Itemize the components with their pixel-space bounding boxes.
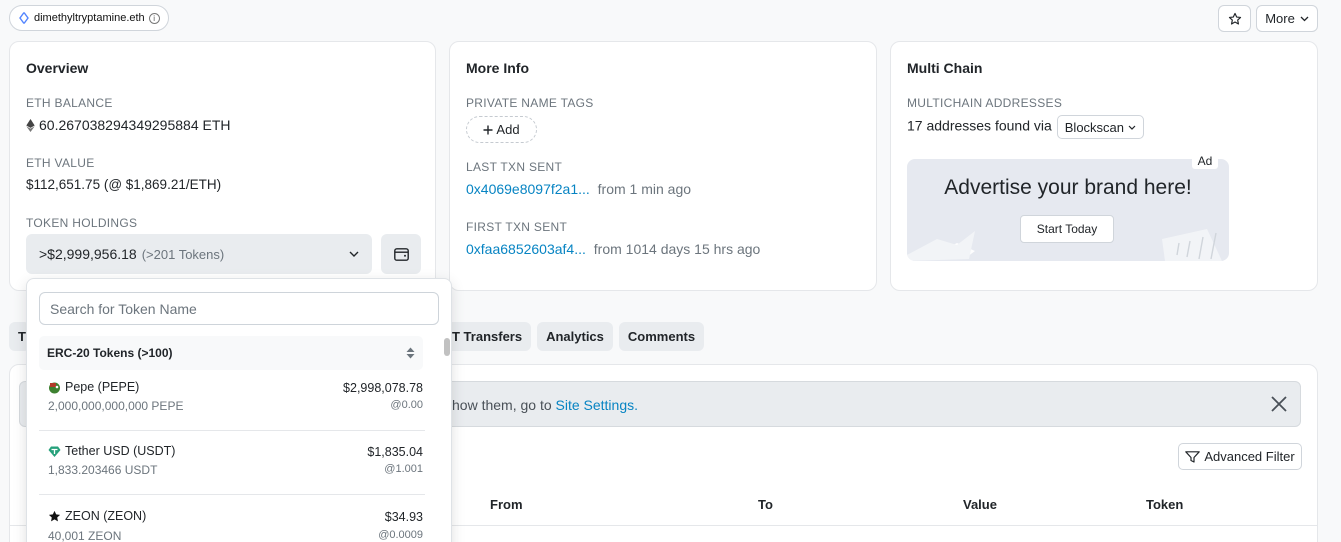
token-item-pepe[interactable]: Pepe (PEPE) 2,000,000,000,000 PEPE $2,99… bbox=[39, 372, 425, 436]
first-txn-time: from 1014 days 15 hrs ago bbox=[593, 241, 761, 257]
token-count: (>201 Tokens) bbox=[141, 246, 225, 262]
token-name: Pepe (PEPE) bbox=[65, 380, 140, 394]
start-today-button[interactable]: Start Today bbox=[1020, 215, 1114, 243]
sort-icon bbox=[406, 347, 415, 359]
token-name: ZEON (ZEON) bbox=[65, 509, 147, 523]
advanced-filter-button[interactable]: Advanced Filter bbox=[1178, 443, 1302, 470]
token-name: Tether USD (USDT) bbox=[65, 444, 176, 458]
tether-icon bbox=[48, 446, 61, 457]
token-divider bbox=[39, 430, 425, 431]
add-label: Add bbox=[496, 122, 520, 137]
last-txn: 0x4069e8097f2a1... from 1 min ago bbox=[466, 181, 691, 197]
more-info-title: More Info bbox=[466, 60, 529, 76]
private-tags-label: PRIVATE NAME TAGS bbox=[466, 96, 594, 110]
filter-icon bbox=[1185, 450, 1201, 463]
last-txn-label: LAST TXN SENT bbox=[466, 160, 563, 174]
close-icon bbox=[1271, 396, 1287, 412]
ad-badge: Ad bbox=[1192, 152, 1218, 169]
star-outline-icon bbox=[1228, 12, 1241, 25]
ens-name-badge[interactable]: dimethyltryptamine.eth i bbox=[9, 5, 169, 31]
last-txn-time: from 1 min ago bbox=[597, 181, 692, 197]
blockscan-label: Blockscan bbox=[1064, 119, 1125, 135]
token-price: @0.0009 bbox=[378, 529, 423, 541]
column-header-token: Token bbox=[1146, 497, 1184, 512]
eth-value-label: ETH VALUE bbox=[26, 156, 95, 170]
token-holdings-menu: ERC-20 Tokens (>100) Pepe (PEPE) 2,000,0… bbox=[26, 278, 452, 542]
token-price: @0.00 bbox=[390, 399, 423, 411]
token-total: >$2,999,956.18 bbox=[39, 246, 137, 262]
multichain-found-text: 17 addresses found via bbox=[907, 117, 1052, 134]
ad-headline: Advertise your brand here! bbox=[944, 176, 1192, 199]
column-header-from: From bbox=[490, 497, 523, 512]
more-info-card: More Info PRIVATE NAME TAGS Add LAST TXN… bbox=[449, 41, 877, 291]
add-name-tag-button[interactable]: Add bbox=[466, 116, 537, 143]
token-search-input[interactable] bbox=[39, 292, 439, 325]
ethereum-icon bbox=[26, 118, 35, 132]
token-amount: 1,833.203466 USDT bbox=[48, 463, 158, 477]
tab-nft-transfers[interactable]: T Transfers bbox=[446, 322, 532, 351]
token-amount: 40,001 ZEON bbox=[48, 529, 122, 542]
ens-name: dimethyltryptamine.eth bbox=[34, 12, 145, 24]
last-txn-hash-link[interactable]: 0x4069e8097f2a1... bbox=[466, 181, 590, 197]
eth-balance: 60.267038294349295884 ETH bbox=[26, 117, 231, 133]
column-header-to: To bbox=[758, 497, 773, 512]
advertisement-banner[interactable]: Advertise your brand here! Start Today bbox=[907, 159, 1229, 261]
token-usd-value: $34.93 bbox=[384, 510, 423, 524]
token-name-row: ZEON (ZEON) bbox=[48, 509, 146, 523]
notice-text: how them, go to Site Settings. bbox=[452, 397, 638, 413]
close-notice-button[interactable] bbox=[1268, 393, 1290, 415]
multichain-found: 17 addresses found via Blockscan bbox=[907, 115, 1145, 139]
star-icon bbox=[48, 510, 61, 521]
first-txn: 0xfaa6852603af4... from 1014 days 15 hrs… bbox=[466, 241, 760, 257]
more-menu-button[interactable]: More bbox=[1256, 5, 1318, 32]
overview-card: Overview ETH BALANCE 60.2670382943492958… bbox=[9, 41, 436, 291]
wallet-icon bbox=[393, 247, 409, 261]
multichain-addresses-label: MULTICHAIN ADDRESSES bbox=[907, 96, 1063, 110]
favorite-button[interactable] bbox=[1218, 5, 1251, 32]
first-txn-hash-link[interactable]: 0xfaa6852603af4... bbox=[466, 241, 586, 257]
tab-bar: T Transfers Analytics Comments bbox=[446, 322, 705, 351]
first-txn-label: FIRST TXN SENT bbox=[466, 220, 568, 234]
token-amount: 2,000,000,000,000 PEPE bbox=[48, 399, 184, 413]
pepe-icon bbox=[49, 382, 60, 393]
tab-analytics[interactable]: Analytics bbox=[537, 322, 613, 351]
site-settings-link[interactable]: Site Settings. bbox=[556, 397, 639, 413]
more-label: More bbox=[1265, 11, 1295, 26]
token-name-row: Pepe (PEPE) bbox=[48, 380, 139, 394]
token-name-row: Tether USD (USDT) bbox=[48, 444, 175, 458]
notice-prefix: how them, go to bbox=[452, 397, 556, 413]
plus-icon bbox=[483, 125, 493, 134]
chevron-down-icon bbox=[1300, 16, 1309, 21]
token-item-usdt[interactable]: Tether USD (USDT) 1,833.203466 USDT $1,8… bbox=[39, 436, 425, 500]
eth-value: $112,651.75 (@ $1,869.21/ETH) bbox=[26, 177, 222, 192]
wallet-view-button[interactable] bbox=[381, 234, 421, 274]
scrollbar-thumb[interactable] bbox=[444, 338, 450, 356]
multi-chain-card: Multi Chain MULTICHAIN ADDRESSES 17 addr… bbox=[890, 41, 1318, 291]
erc20-group-label: ERC-20 Tokens (>100) bbox=[47, 346, 173, 360]
blockscan-dropdown[interactable]: Blockscan bbox=[1056, 115, 1145, 139]
info-icon[interactable]: i bbox=[148, 12, 160, 24]
multi-chain-title: Multi Chain bbox=[907, 60, 983, 76]
overview-title: Overview bbox=[26, 60, 89, 76]
eth-balance-value: 60.267038294349295884 ETH bbox=[39, 117, 231, 133]
erc20-group-header[interactable]: ERC-20 Tokens (>100) bbox=[39, 336, 423, 370]
column-header-value: Value bbox=[963, 497, 997, 512]
ens-icon bbox=[18, 12, 30, 24]
token-holdings-label: TOKEN HOLDINGS bbox=[26, 216, 138, 230]
tab-comments[interactable]: Comments bbox=[618, 322, 705, 351]
token-item-zeon[interactable]: ZEON (ZEON) 40,001 ZEON $34.93 @0.0009 bbox=[39, 501, 425, 542]
token-price: @1.001 bbox=[384, 463, 423, 475]
ad-decoration bbox=[907, 229, 1222, 261]
token-usd-value: $1,835.04 bbox=[367, 445, 423, 459]
eth-balance-label: ETH BALANCE bbox=[26, 96, 113, 110]
dropdown-scrollbar[interactable] bbox=[443, 336, 450, 542]
advanced-filter-label: Advanced Filter bbox=[1204, 449, 1295, 464]
token-holdings-dropdown[interactable]: >$2,999,956.18 (>201 Tokens) bbox=[26, 234, 372, 274]
chevron-down-icon bbox=[1128, 125, 1136, 130]
chevron-down-icon bbox=[349, 251, 359, 257]
token-usd-value: $2,998,078.78 bbox=[343, 381, 423, 395]
token-divider bbox=[39, 494, 425, 495]
